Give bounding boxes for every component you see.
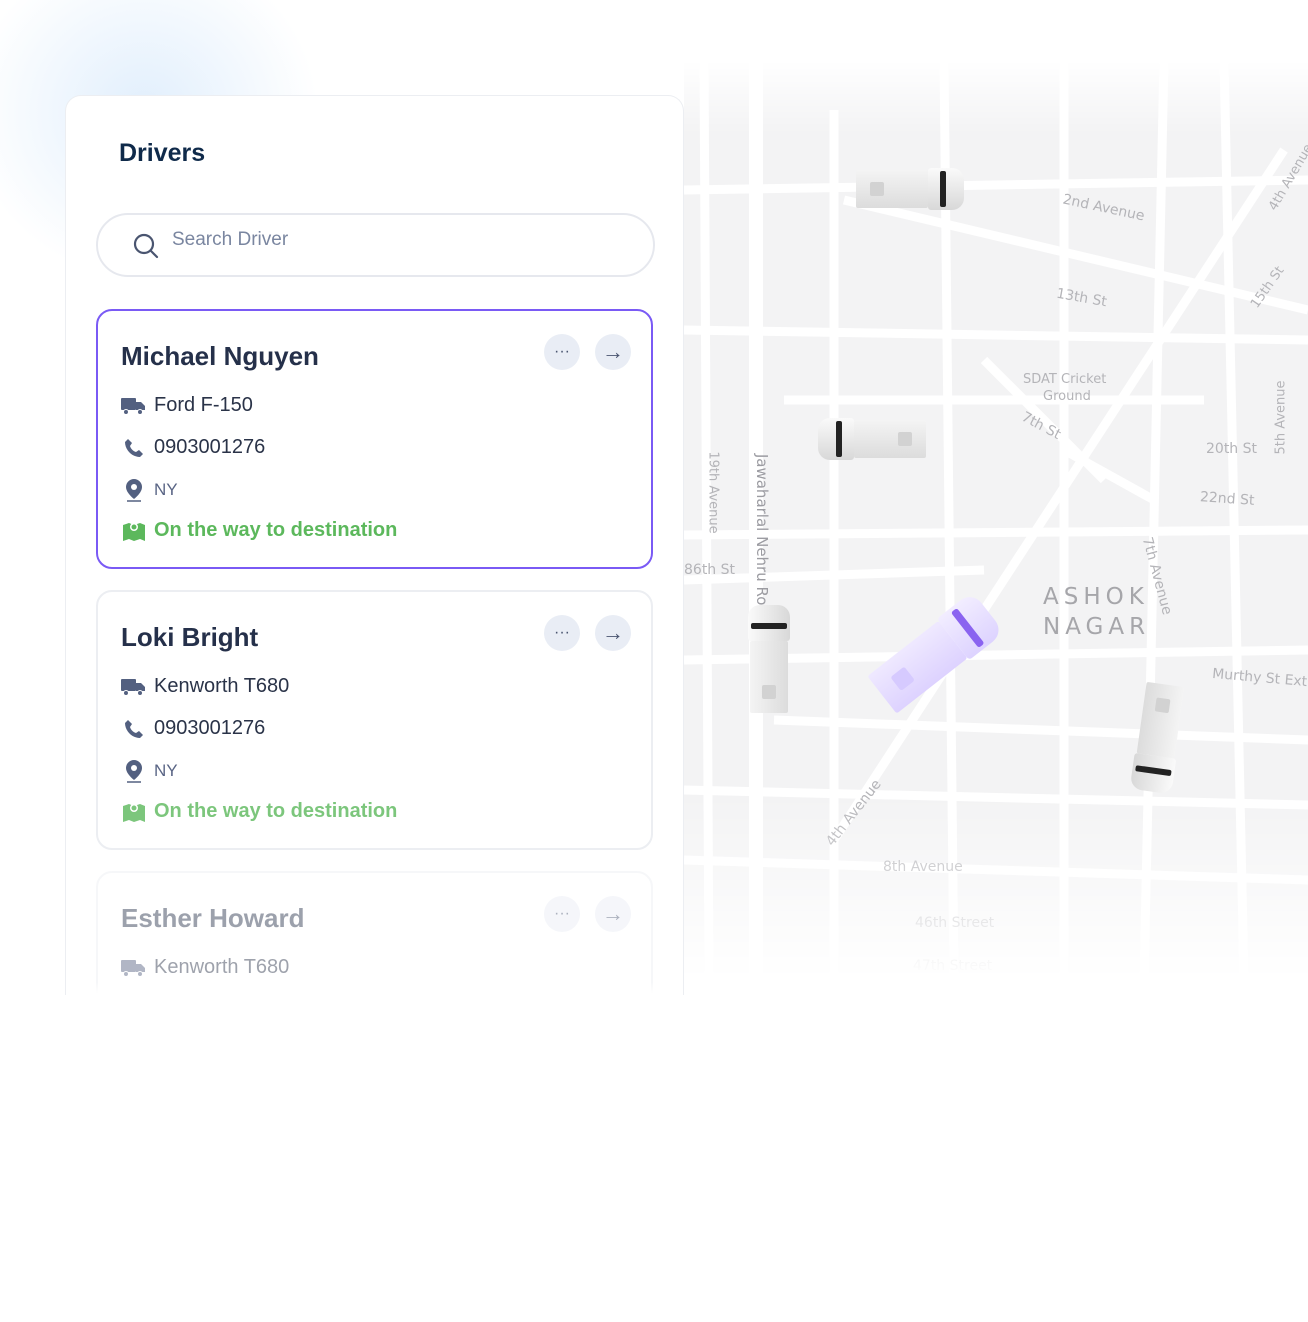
driver-card[interactable]: Esther Howard ··· → Kenworth T680 xyxy=(96,871,653,995)
map-label: SDAT Cricket xyxy=(1023,372,1107,387)
open-driver-button[interactable]: → xyxy=(595,615,631,651)
map-label: 20th St xyxy=(1206,441,1258,457)
map-route-icon xyxy=(121,801,146,823)
status-row: On the way to destination xyxy=(121,519,397,542)
open-driver-button[interactable]: → xyxy=(595,896,631,932)
driver-card[interactable]: Loki Bright ··· → Kenworth T680 09030012… xyxy=(96,590,653,850)
phone-icon xyxy=(121,438,146,458)
page-title: Drivers xyxy=(119,139,206,167)
more-options-button[interactable]: ··· xyxy=(544,896,580,932)
truck-icon xyxy=(121,678,146,696)
truck-icon xyxy=(121,959,146,977)
map-label: Ground xyxy=(1043,389,1091,404)
vehicle-row: Kenworth T680 xyxy=(121,956,289,979)
phone-icon xyxy=(121,719,146,739)
search-input[interactable] xyxy=(172,229,572,251)
map[interactable]: 2nd Avenue 13th St SDAT Cricket Ground 7… xyxy=(684,60,1308,980)
arrow-right-icon: → xyxy=(602,901,624,926)
more-options-button[interactable]: ··· xyxy=(544,615,580,651)
location-row: NY xyxy=(121,759,178,783)
vehicle-row: Ford F-150 xyxy=(121,394,253,417)
truck-marker[interactable] xyxy=(748,605,790,713)
truck-marker[interactable] xyxy=(856,168,964,210)
map-label: 8th Avenue xyxy=(883,859,963,875)
search-driver-field[interactable] xyxy=(96,213,655,277)
map-pin-icon xyxy=(121,478,146,502)
ellipsis-icon: ··· xyxy=(554,343,570,360)
driver-name: Esther Howard xyxy=(121,903,305,933)
map-roads xyxy=(684,60,1308,980)
drivers-panel: Drivers Michael Nguyen ··· → Ford F-150 … xyxy=(65,95,684,995)
truck-icon xyxy=(121,397,146,415)
driver-card[interactable]: Michael Nguyen ··· → Ford F-150 09030012… xyxy=(96,309,653,569)
vehicle-row: Kenworth T680 xyxy=(121,675,289,698)
phone-row: 0903001276 xyxy=(121,717,265,740)
more-options-button[interactable]: ··· xyxy=(544,334,580,370)
ellipsis-icon: ··· xyxy=(554,624,570,641)
map-label: 5th Avenue xyxy=(1273,380,1289,455)
map-pin-icon xyxy=(121,759,146,783)
open-driver-button[interactable]: → xyxy=(595,334,631,370)
driver-name: Michael Nguyen xyxy=(121,341,319,371)
map-label: 86th St xyxy=(684,562,736,578)
map-label: 19th Avenue xyxy=(705,451,721,534)
map-route-icon xyxy=(121,520,146,542)
arrow-right-icon: → xyxy=(602,339,624,364)
area-label: ASHOK NAGAR xyxy=(1043,584,1151,640)
list-fade xyxy=(66,982,683,995)
location-row: NY xyxy=(121,478,178,502)
phone-row: 0903001276 xyxy=(121,436,265,459)
arrow-right-icon: → xyxy=(602,620,624,645)
map-label: 47th Street xyxy=(913,958,993,974)
driver-name: Loki Bright xyxy=(121,622,259,652)
truck-marker[interactable] xyxy=(818,418,926,460)
map-label: Jawaharlal Nehru Road xyxy=(753,453,772,625)
map-label: 46th Street xyxy=(915,915,995,931)
status-row: On the way to destination xyxy=(121,800,397,823)
ellipsis-icon: ··· xyxy=(554,905,570,922)
search-icon xyxy=(133,233,159,259)
